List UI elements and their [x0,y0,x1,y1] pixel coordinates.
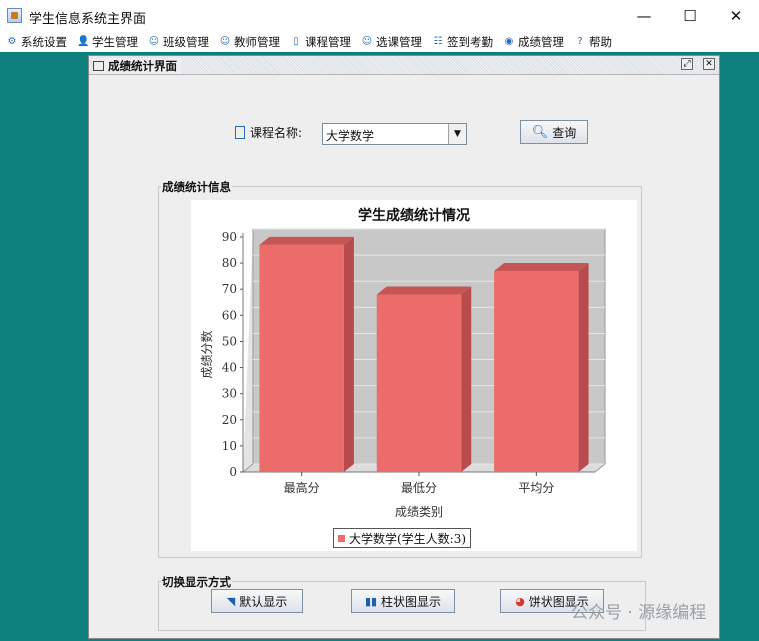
minimize-button[interactable]: — [621,0,667,32]
bar-top [259,236,354,245]
menu-student-management[interactable]: 👤 学生管理 [77,34,138,50]
x-tick-label: 最高分 [284,480,320,495]
menu-label: 课程管理 [305,35,351,49]
query-button-label: 查询 [552,125,577,140]
menu-system-settings[interactable]: ⚙ 系统设置 [6,34,67,50]
student-icon: 👤 [77,36,90,47]
class-icon: ☺ [148,36,160,47]
bar-side [343,236,354,472]
maximize-button[interactable]: ☐ [667,0,713,32]
menu-label: 学生管理 [92,35,138,49]
bar-chart-icon: ▮▮ [364,594,378,608]
bar-chart: 0 10 20 30 40 50 60 70 80 90 最高分 最低分 平均分成绩类别 成绩分数 [199,228,607,519]
teacher-icon: ☺ [219,36,231,47]
restore-icon[interactable]: ⤢ [681,58,693,70]
bar-top [376,286,472,295]
attendance-icon: ☷ [433,36,443,47]
default-display-icon: ◥ [226,594,236,608]
course-name-label: 课程名称: [235,124,302,141]
watermark: 公众号 · 源缘编程 [571,603,707,623]
chart-legend: 大学数学(学生人数:3) [333,528,472,548]
x-tick-label: 最低分 [401,481,437,495]
menu-attendance[interactable]: ☷ 签到考勤 [432,34,493,50]
grade-icon: ◉ [504,36,514,47]
menu-course-selection[interactable]: ☺ 选课管理 [361,34,422,50]
y-tick-label: 10 [222,439,237,453]
internal-frame-title-bar[interactable]: 成绩统计界面 ⤢ ✕ [89,56,719,75]
menu-label: 成绩管理 [518,35,564,49]
close-button[interactable]: ✕ [713,0,759,32]
menu-teacher-management[interactable]: ☺ 教师管理 [219,34,280,50]
internal-frame-title: 成绩统计界面 [108,59,177,73]
x-axis-label: 成绩类别 [395,505,443,519]
menu-label: 选课管理 [376,35,422,49]
menu-label: 签到考勤 [447,35,493,49]
x-tick-label: 平均分 [518,481,554,495]
help-icon: ? [577,36,583,47]
menu-label: 系统设置 [21,35,67,49]
default-display-button[interactable]: ◥ 默认显示 [211,589,303,613]
bar [376,294,462,472]
pie-chart-icon: ◕ [515,594,525,608]
y-tick-label: 70 [222,282,237,296]
y-axis-label: 成绩分数 [199,330,214,378]
menu-label: 教师管理 [234,35,280,49]
menu-class-management[interactable]: ☺ 班级管理 [148,34,209,50]
course-icon: ▯ [293,36,299,47]
menu-bar: ⚙ 系统设置 👤 学生管理 ☺ 班级管理 ☺ 教师管理 ▯ 课程管理 ☺ 选课管理 ☷ 签到考… [0,32,759,52]
search-icon: 🔍︎ [531,124,549,140]
y-tick-label: 40 [222,361,237,375]
switch-group-title: 切换显示方式 [161,574,232,590]
bar [259,244,344,472]
title-bar: 学生信息系统主界面 — ☐ ✕ [0,0,759,32]
menu-course-management[interactable]: ▯ 课程管理 [290,34,351,50]
gear-icon: ⚙ [7,36,17,47]
grade-statistics-frame: 成绩统计界面 ⤢ ✕ 课程名称: 大学数学 ▼ 🔍︎ 查询 成绩统计信息 学生成… [88,55,720,639]
y-tick-label: 60 [222,308,237,322]
y-tick-label: 80 [222,256,237,270]
select-course-icon: ☺ [361,36,373,47]
java-app-icon [7,8,22,23]
frame-content: 课程名称: 大学数学 ▼ 🔍︎ 查询 成绩统计信息 学生成绩统计情况 0 10 20… [93,78,715,636]
stats-group-title: 成绩统计信息 [161,179,232,195]
y-tick-label: 90 [222,230,237,244]
close-icon[interactable]: ✕ [703,58,715,70]
bar-top [494,262,589,271]
dropdown-arrow-icon[interactable]: ▼ [448,124,466,144]
bar-chart-display-button[interactable]: ▮▮ 柱状图显示 [351,589,455,613]
menu-label: 帮助 [589,35,612,49]
menu-help[interactable]: ? 帮助 [574,34,612,50]
course-select[interactable]: 大学数学 ▼ [322,123,467,145]
menu-grade-management[interactable]: ◉ 成绩管理 [503,34,564,50]
query-button[interactable]: 🔍︎ 查询 [520,120,588,144]
bar-side [461,286,472,472]
y-tick-label: 0 [229,465,237,479]
bar-side [578,262,589,472]
y-tick-label: 50 [222,334,237,348]
menu-label: 班级管理 [163,35,209,49]
legend-label: 大学数学(学生人数:3) [349,531,467,546]
y-tick-label: 20 [222,413,237,427]
legend-swatch [338,534,345,542]
frame-icon [93,61,104,71]
y-tick-label: 30 [222,387,237,401]
course-icon [235,126,245,139]
bar [494,270,579,472]
window-title: 学生信息系统主界面 [29,12,147,27]
chart-panel: 学生成绩统计情况 0 10 20 30 40 50 60 70 80 90 最高分 最低分 平均分 成绩类… [191,200,637,551]
course-select-value: 大学数学 [326,129,375,143]
